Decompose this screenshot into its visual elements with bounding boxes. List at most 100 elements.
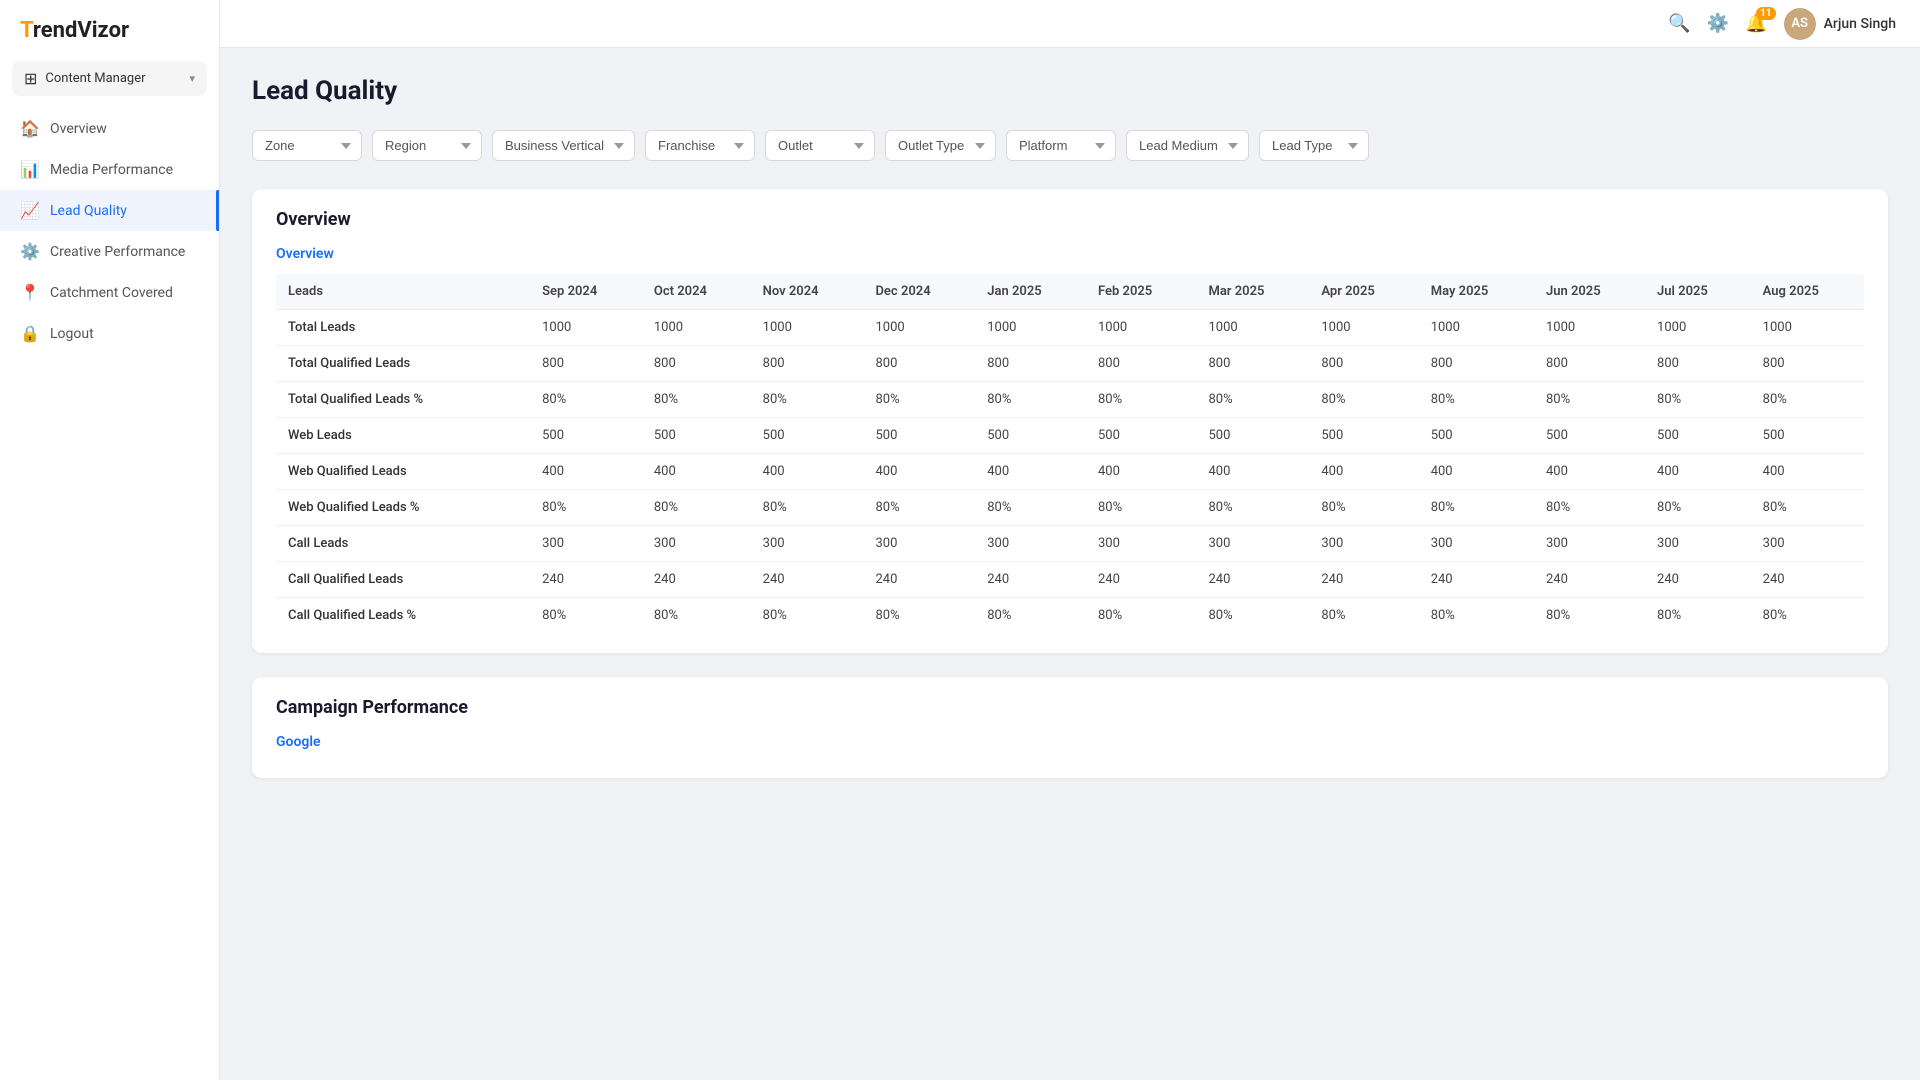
cell-value: 800	[1196, 346, 1309, 382]
cell-value: 800	[1751, 346, 1864, 382]
cell-value: 400	[1196, 454, 1309, 490]
lead-type-filter[interactable]: Lead Type	[1259, 130, 1369, 161]
chart-icon: 📊	[20, 160, 40, 179]
notification-bell[interactable]: 🔔 11	[1745, 13, 1767, 34]
col-header-jan2025: Jan 2025	[975, 274, 1086, 310]
cell-value: 80%	[1309, 382, 1418, 418]
table-row: Web Leads5005005005005005005005005005005…	[276, 418, 1864, 454]
cell-value: 800	[1086, 346, 1196, 382]
cell-value: 80%	[863, 382, 975, 418]
cell-value: 80%	[751, 382, 864, 418]
cell-value: 300	[530, 526, 642, 562]
sidebar-item-lead-quality[interactable]: 📈 Lead Quality	[0, 190, 219, 231]
cell-value: 80%	[1086, 598, 1196, 634]
row-label: Total Leads	[276, 310, 530, 346]
cell-value: 1000	[1196, 310, 1309, 346]
cell-value: 500	[1309, 418, 1418, 454]
avatar: AS	[1784, 8, 1816, 40]
sidebar-item-logout-label: Logout	[50, 326, 94, 342]
cell-value: 80%	[1086, 382, 1196, 418]
outlet-filter[interactable]: Outlet	[765, 130, 875, 161]
franchise-filter[interactable]: Franchise	[645, 130, 755, 161]
lock-icon: 🔒	[20, 324, 40, 343]
cell-value: 80%	[1419, 598, 1534, 634]
logo-prefix: T	[20, 18, 33, 43]
cell-value: 80%	[1196, 598, 1309, 634]
cell-value: 80%	[1751, 382, 1864, 418]
cell-value: 80%	[975, 598, 1086, 634]
cell-value: 500	[1086, 418, 1196, 454]
cell-value: 800	[751, 346, 864, 382]
cell-value: 400	[1419, 454, 1534, 490]
cell-value: 80%	[863, 490, 975, 526]
home-icon: 🏠	[20, 119, 40, 138]
cell-value: 80%	[1751, 598, 1864, 634]
cell-value: 500	[751, 418, 864, 454]
cell-value: 80%	[751, 490, 864, 526]
cell-value: 400	[1086, 454, 1196, 490]
row-label: Total Qualified Leads	[276, 346, 530, 382]
cell-value: 400	[975, 454, 1086, 490]
bar-chart-icon: 📈	[20, 201, 40, 220]
logo-area: TrendVizor	[0, 0, 219, 61]
cell-value: 500	[1645, 418, 1751, 454]
location-icon: 📍	[20, 283, 40, 302]
cell-value: 240	[751, 562, 864, 598]
sidebar-item-logout[interactable]: 🔒 Logout	[0, 313, 219, 354]
lead-medium-filter[interactable]: Lead Medium	[1126, 130, 1249, 161]
sidebar-item-catchment-covered[interactable]: 📍 Catchment Covered	[0, 272, 219, 313]
sidebar-item-creative-performance[interactable]: ⚙️ Creative Performance	[0, 231, 219, 272]
cell-value: 240	[1086, 562, 1196, 598]
cell-value: 240	[975, 562, 1086, 598]
zone-filter[interactable]: Zone	[252, 130, 362, 161]
cell-value: 80%	[1534, 382, 1645, 418]
user-profile[interactable]: AS Arjun Singh	[1784, 8, 1896, 40]
cell-value: 240	[1196, 562, 1309, 598]
cell-value: 80%	[1645, 490, 1751, 526]
sidebar-item-catchment-label: Catchment Covered	[50, 285, 173, 301]
sidebar-item-creative-label: Creative Performance	[50, 244, 185, 260]
cell-value: 80%	[863, 598, 975, 634]
cell-value: 240	[642, 562, 751, 598]
cell-value: 240	[1309, 562, 1418, 598]
cell-value: 80%	[642, 382, 751, 418]
page-title: Lead Quality	[252, 76, 1888, 106]
main-content: Lead Quality Zone Region Business Vertic…	[220, 48, 1920, 1080]
cell-value: 400	[863, 454, 975, 490]
col-header-leads: Leads	[276, 274, 530, 310]
platform-filter[interactable]: Platform	[1006, 130, 1116, 161]
settings-icon[interactable]: ⚙️	[1707, 13, 1729, 34]
cell-value: 400	[1645, 454, 1751, 490]
row-label: Total Qualified Leads %	[276, 382, 530, 418]
row-label: Call Leads	[276, 526, 530, 562]
row-label: Web Qualified Leads	[276, 454, 530, 490]
logo-suffix: rendVizor	[33, 18, 129, 43]
cell-value: 80%	[1419, 490, 1534, 526]
outlet-type-filter[interactable]: Outlet Type	[885, 130, 996, 161]
cell-value: 800	[642, 346, 751, 382]
region-filter[interactable]: Region	[372, 130, 482, 161]
cell-value: 1000	[642, 310, 751, 346]
cell-value: 800	[1419, 346, 1534, 382]
cell-value: 400	[751, 454, 864, 490]
cell-value: 400	[530, 454, 642, 490]
cell-value: 240	[1419, 562, 1534, 598]
cell-value: 1000	[1645, 310, 1751, 346]
sidebar-item-media-performance[interactable]: 📊 Media Performance	[0, 149, 219, 190]
col-header-mar2025: Mar 2025	[1196, 274, 1309, 310]
campaign-section-title: Campaign Performance	[276, 697, 1864, 718]
row-label: Web Qualified Leads %	[276, 490, 530, 526]
cell-value: 300	[751, 526, 864, 562]
col-header-sep2024: Sep 2024	[530, 274, 642, 310]
overview-section-title: Overview	[276, 209, 1864, 230]
cell-value: 500	[1196, 418, 1309, 454]
cell-value: 80%	[1645, 382, 1751, 418]
cell-value: 1000	[975, 310, 1086, 346]
cell-value: 80%	[1534, 598, 1645, 634]
sidebar-item-overview[interactable]: 🏠 Overview	[0, 108, 219, 149]
content-manager-button[interactable]: ⊞ Content Manager ▾	[12, 61, 207, 96]
col-header-jun2025: Jun 2025	[1534, 274, 1645, 310]
cell-value: 80%	[751, 598, 864, 634]
search-icon[interactable]: 🔍	[1668, 13, 1690, 34]
business-vertical-filter[interactable]: Business Vertical	[492, 130, 635, 161]
